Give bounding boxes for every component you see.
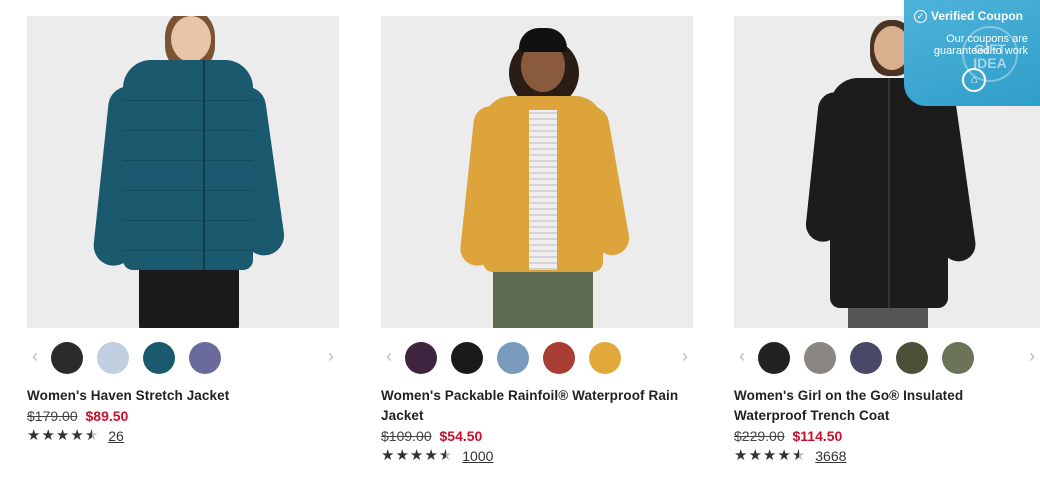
star-icon: ★ (734, 447, 748, 464)
color-swatch[interactable] (589, 342, 621, 374)
original-price: $109.00 (381, 428, 432, 444)
star-rating: ★ ★ ★ ★ ★ (734, 448, 805, 464)
product-price: $109.00 $54.50 (381, 426, 693, 446)
product-rating: ★ ★ ★ ★ ★ 3668 (734, 446, 1040, 466)
swatch-prev-arrow-icon[interactable]: ‹ (732, 346, 752, 366)
star-icon: ★ (41, 427, 55, 444)
star-rating: ★ ★ ★ ★ ★ (381, 448, 452, 464)
color-swatch[interactable] (97, 342, 129, 374)
star-icon: ★ (409, 447, 424, 464)
swatch-prev-arrow-icon[interactable]: ‹ (379, 346, 399, 366)
product-name[interactable]: Women's Girl on the Go® Insulated Waterp… (734, 386, 1040, 426)
sale-price: $114.50 (792, 428, 843, 444)
star-icon: ★ (55, 427, 70, 444)
swatch-next-arrow-icon[interactable]: › (675, 346, 695, 366)
check-circle-icon: ✓ (914, 9, 927, 23)
color-swatch[interactable] (405, 342, 437, 374)
coupon-title-text: Verified Coupon (931, 9, 1024, 23)
review-count-link[interactable]: 3668 (815, 448, 846, 464)
star-icon: ★ (27, 427, 41, 444)
product-name[interactable]: Women's Haven Stretch Jacket (27, 386, 339, 406)
original-price: $229.00 (734, 428, 785, 444)
swatch-row (51, 342, 221, 374)
star-icon: ★ (395, 447, 409, 464)
star-icon: ★ (748, 447, 762, 464)
star-icon: ★ (70, 427, 84, 444)
sale-price: $89.50 (85, 408, 129, 424)
color-swatch[interactable] (451, 342, 483, 374)
star-icon: ★ (424, 447, 438, 464)
product-card[interactable]: ‹ › Women's Packable Rainfoil® Waterproo… (381, 16, 693, 466)
half-star-icon: ★ (84, 427, 99, 444)
color-swatch[interactable] (543, 342, 575, 374)
swatch-next-arrow-icon[interactable]: › (1022, 346, 1040, 366)
color-swatch[interactable] (804, 342, 836, 374)
product-rating: ★ ★ ★ ★ ★ 1000 (381, 446, 693, 466)
star-icon: ★ (762, 447, 777, 464)
star-icon: ★ (381, 447, 395, 464)
product-image[interactable] (27, 16, 339, 328)
star-rating: ★ ★ ★ ★ ★ (27, 428, 98, 444)
coupon-chat-icon[interactable]: ⌂ (962, 68, 986, 92)
original-price: $179.00 (27, 408, 78, 424)
color-swatch[interactable] (497, 342, 529, 374)
color-swatch[interactable] (942, 342, 974, 374)
product-name[interactable]: Women's Packable Rainfoil® Waterproof Ra… (381, 386, 693, 426)
color-swatch[interactable] (189, 342, 221, 374)
swatch-row (758, 342, 974, 374)
star-icon: ★ (777, 447, 791, 464)
color-swatch[interactable] (143, 342, 175, 374)
color-swatch[interactable] (51, 342, 83, 374)
product-card[interactable]: ‹ › Women's Haven Stretch Jacket $179.00… (27, 16, 339, 446)
product-grid: ‹ › Women's Haven Stretch Jacket $179.00… (0, 0, 1040, 494)
coupon-widget[interactable]: GIFT IDEA ✓ Verified Coupon Our coupons … (904, 0, 1040, 106)
swatch-prev-arrow-icon[interactable]: ‹ (25, 346, 45, 366)
swatch-next-arrow-icon[interactable]: › (321, 346, 341, 366)
product-rating: ★ ★ ★ ★ ★ 26 (27, 426, 339, 446)
product-price: $179.00 $89.50 (27, 406, 339, 426)
product-price: $229.00 $114.50 (734, 426, 1040, 446)
color-swatches: ‹ › (734, 328, 1040, 386)
review-count-link[interactable]: 1000 (462, 448, 493, 464)
color-swatch[interactable] (896, 342, 928, 374)
half-star-icon: ★ (791, 447, 806, 464)
review-count-link[interactable]: 26 (108, 428, 124, 444)
color-swatches: ‹ › (381, 328, 693, 386)
coupon-title: ✓ Verified Coupon (914, 9, 1023, 23)
swatch-row (405, 342, 621, 374)
sale-price: $54.50 (439, 428, 483, 444)
half-star-icon: ★ (438, 447, 453, 464)
product-image[interactable] (381, 16, 693, 328)
coupon-subtitle: Our coupons are guaranteed to work (933, 33, 1028, 57)
color-swatch[interactable] (758, 342, 790, 374)
color-swatch[interactable] (850, 342, 882, 374)
color-swatches: ‹ › (27, 328, 339, 386)
